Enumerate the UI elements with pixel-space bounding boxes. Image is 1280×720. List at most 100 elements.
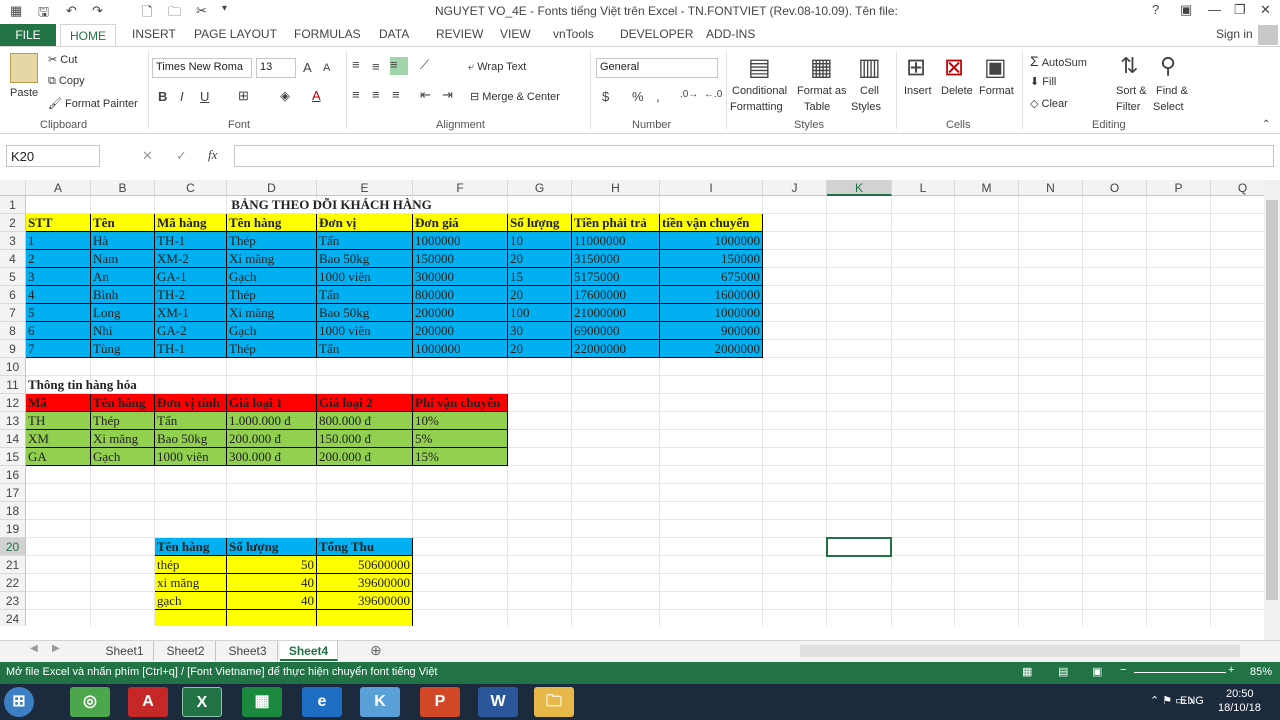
font-size-combo[interactable]: 13 <box>256 58 296 78</box>
conditional-formatting-icon[interactable]: ▤ <box>748 53 771 82</box>
table-cell[interactable]: 100 <box>508 304 572 322</box>
tab-add-ins[interactable]: ADD-INS <box>706 27 755 41</box>
wrap-text-button[interactable]: ⤶ Wrap Text <box>468 61 526 74</box>
tab-data[interactable]: DATA <box>379 27 409 41</box>
currency-button[interactable]: $ <box>602 89 609 104</box>
increase-indent-icon[interactable]: ⇥ <box>442 87 453 103</box>
enter-icon[interactable]: ✓ <box>176 148 187 164</box>
table-cell[interactable]: Tùng <box>91 340 155 358</box>
summary-header[interactable]: Tổng Thu <box>317 538 413 556</box>
table-cell[interactable]: 150000 <box>660 250 763 268</box>
row-header[interactable]: 18 <box>0 502 26 520</box>
cell-styles-label-2[interactable]: Styles <box>851 101 881 113</box>
column-header-b[interactable]: B <box>91 180 155 196</box>
info-cell[interactable]: 15% <box>413 448 508 466</box>
table-cell[interactable]: 7 <box>26 340 91 358</box>
zoom-level[interactable]: 85% <box>1250 666 1272 678</box>
table-cell[interactable]: 4 <box>26 286 91 304</box>
info-cell[interactable]: 200.000 đ <box>227 430 317 448</box>
table-cell[interactable]: Thép <box>227 232 317 250</box>
shrink-font-icon[interactable]: A <box>323 62 330 74</box>
summary-cell[interactable] <box>317 610 413 626</box>
fill-button[interactable]: ⬇ Fill <box>1030 75 1056 88</box>
font-name-combo[interactable]: Times New Roma <box>152 58 252 78</box>
table-cell[interactable]: TH-1 <box>155 340 227 358</box>
info-cell[interactable]: 10% <box>413 412 508 430</box>
info-cell[interactable]: 200.000 đ <box>317 448 413 466</box>
sign-in-link[interactable]: Sign in <box>1216 27 1253 41</box>
comma-button[interactable]: , <box>656 89 660 104</box>
table-cell[interactable]: 6900000 <box>572 322 660 340</box>
autosum-button[interactable]: Σ AutoSum <box>1030 53 1087 69</box>
table-cell[interactable]: 20 <box>508 250 572 268</box>
table-cell[interactable]: Bao 50kg <box>317 250 413 268</box>
grow-font-icon[interactable]: A <box>303 60 312 75</box>
find-select-label-2[interactable]: Select <box>1153 101 1184 113</box>
info-cell[interactable]: 300.000 đ <box>227 448 317 466</box>
internet-explorer-icon[interactable]: e <box>302 687 342 717</box>
info-cell[interactable]: XM <box>26 430 91 448</box>
ribbon-display-button[interactable]: ▣ <box>1180 2 1192 18</box>
align-left-icon[interactable]: ≡ <box>352 87 360 102</box>
column-header-m[interactable]: M <box>955 180 1019 196</box>
tab-home[interactable]: HOME <box>60 24 116 47</box>
tab-insert[interactable]: INSERT <box>132 27 176 41</box>
info-cell[interactable]: Xi măng <box>91 430 155 448</box>
table-header[interactable]: tiền vận chuyển <box>660 214 763 232</box>
info-header[interactable]: Tên hàng <box>91 394 155 412</box>
collapse-ribbon-icon[interactable]: ⌃ <box>1262 119 1270 130</box>
table-cell[interactable]: 300000 <box>413 268 508 286</box>
table-cell[interactable]: 5175000 <box>572 268 660 286</box>
table-cell[interactable]: Xi măng <box>227 250 317 268</box>
align-middle-icon[interactable]: ≡ <box>372 59 380 74</box>
row-header[interactable]: 7 <box>0 304 26 322</box>
table-cell[interactable]: 6 <box>26 322 91 340</box>
info-title[interactable]: Thông tin hàng hóa <box>26 376 227 394</box>
table-header[interactable]: Đơn vị <box>317 214 413 232</box>
table-cell[interactable]: 1 <box>26 232 91 250</box>
zoom-out-icon[interactable]: − <box>1120 664 1126 676</box>
normal-view-icon[interactable]: ▦ <box>1022 665 1032 678</box>
table-cell[interactable]: Bình <box>91 286 155 304</box>
info-cell[interactable]: 1.000.000 đ <box>227 412 317 430</box>
table-cell[interactable]: 10 <box>508 232 572 250</box>
row-header[interactable]: 3 <box>0 232 26 250</box>
copy-button[interactable]: ⧉ Copy <box>48 75 85 88</box>
info-header[interactable]: Phí vận chuyển <box>413 394 508 412</box>
insert-cells-icon[interactable]: ⊞ <box>906 53 926 82</box>
qat-menu-icon[interactable]: ▾ <box>222 3 227 14</box>
prev-sheet-icon[interactable]: ◀ <box>30 643 38 654</box>
language-indicator[interactable]: ENG <box>1180 695 1204 707</box>
paste-icon[interactable] <box>10 53 38 83</box>
info-cell[interactable]: Gạch <box>91 448 155 466</box>
info-cell[interactable]: Bao 50kg <box>155 430 227 448</box>
table-cell[interactable]: 30 <box>508 322 572 340</box>
info-cell[interactable]: Tấn <box>155 412 227 430</box>
table-cell[interactable]: Tấn <box>317 286 413 304</box>
paste-button[interactable]: Paste <box>10 87 38 99</box>
table-cell[interactable]: 3 <box>26 268 91 286</box>
table-cell[interactable]: 11000000 <box>572 232 660 250</box>
table-cell[interactable]: Nhi <box>91 322 155 340</box>
tab-file[interactable]: FILE <box>0 24 56 46</box>
info-cell[interactable]: 800.000 đ <box>317 412 413 430</box>
align-bottom-icon[interactable]: ≡ <box>390 57 408 75</box>
table-cell[interactable]: 1000000 <box>660 232 763 250</box>
summary-cell[interactable]: 40 <box>227 592 317 610</box>
summary-cell[interactable]: gạch <box>155 592 227 610</box>
column-header-k[interactable]: K <box>827 180 892 196</box>
info-header[interactable]: Đơn vị tính <box>155 394 227 412</box>
info-cell[interactable]: Thép <box>91 412 155 430</box>
align-top-icon[interactable]: ≡ <box>352 57 360 72</box>
column-header-h[interactable]: H <box>572 180 660 196</box>
new-file-icon[interactable]: 🗋 <box>142 3 152 25</box>
table-title[interactable]: BẢNG THEO DÕI KHÁCH HÀNG <box>155 196 508 214</box>
table-cell[interactable]: 3150000 <box>572 250 660 268</box>
windows-start-icon[interactable]: ⊞ <box>4 687 34 717</box>
table-cell[interactable]: 200000 <box>413 304 508 322</box>
tab-view[interactable]: VIEW <box>500 27 531 41</box>
help-button[interactable]: ? <box>1152 2 1159 17</box>
table-cell[interactable]: 15 <box>508 268 572 286</box>
info-cell[interactable]: 5% <box>413 430 508 448</box>
table-header[interactable]: Tên <box>91 214 155 232</box>
